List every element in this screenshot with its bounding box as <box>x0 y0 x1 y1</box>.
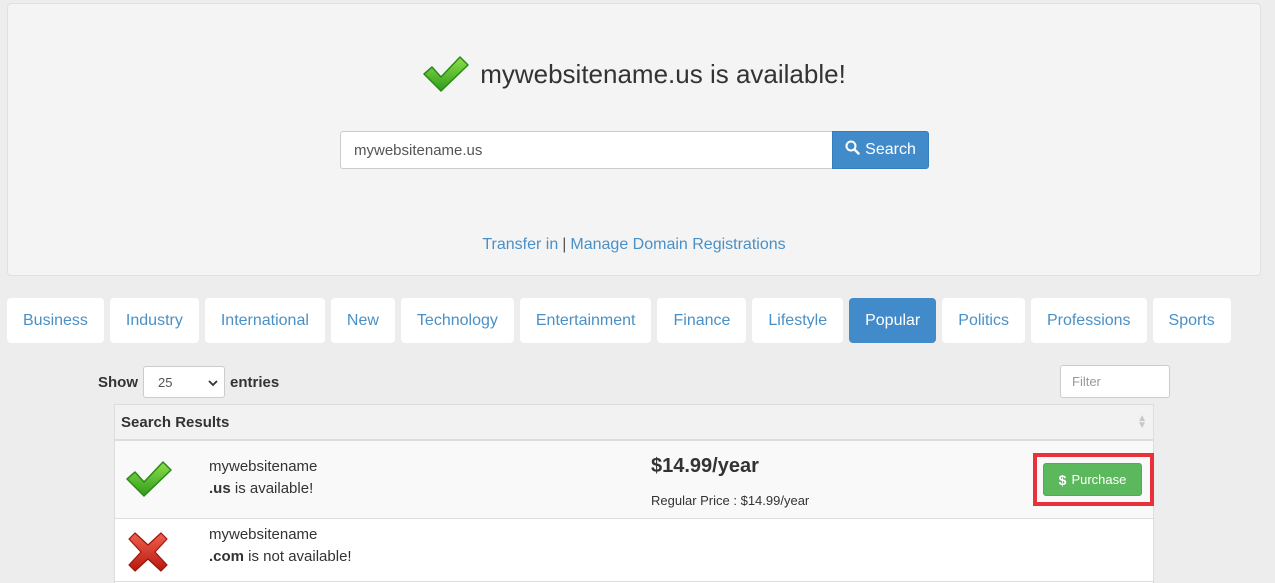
domain-status: is available! <box>230 480 314 497</box>
headline-text: mywebsitename.us is available! <box>480 58 846 89</box>
tab-new[interactable]: New <box>330 298 395 343</box>
domain-links: Transfer in | Manage Domain Registrations <box>8 236 1260 254</box>
table-row: mywebsitename .us is available! $14.99/y… <box>115 441 1154 519</box>
search-button-label: Search <box>865 141 916 158</box>
tab-entertainment[interactable]: Entertainment <box>519 298 652 343</box>
domain-tld: .com <box>209 548 245 565</box>
checkmark-icon <box>422 54 470 94</box>
search-icon <box>845 140 860 160</box>
chevron-down-icon <box>208 375 218 390</box>
domain-status: is not available! <box>244 548 352 565</box>
purchase-button-label: Purchase <box>1071 472 1127 487</box>
tab-sports[interactable]: Sports <box>1152 298 1231 343</box>
availability-headline: mywebsitename.us is available! <box>8 54 1260 94</box>
entries-select[interactable]: 25 <box>143 366 225 398</box>
filter-input[interactable] <box>1060 365 1170 398</box>
search-results-header[interactable]: Search Results ▲ ▼ <box>115 405 1153 441</box>
domain-price: $14.99/year <box>651 455 759 477</box>
table-length-control: Show 25 entries <box>98 366 279 398</box>
domain-search-panel: mywebsitename.us is available! Search Tr… <box>7 3 1261 276</box>
tab-international[interactable]: International <box>204 298 325 343</box>
manage-domains-link[interactable]: Manage Domain Registrations <box>570 236 785 253</box>
tab-professions[interactable]: Professions <box>1030 298 1147 343</box>
cross-icon <box>125 529 171 580</box>
tab-industry[interactable]: Industry <box>109 298 199 343</box>
entries-value: 25 <box>158 374 173 390</box>
column-header-search-results: Search Results <box>121 413 230 431</box>
checkmark-icon <box>125 459 173 504</box>
purchase-button[interactable]: $ Purchase <box>1043 463 1142 496</box>
tab-technology[interactable]: Technology <box>400 298 514 343</box>
purchase-highlight: $ Purchase <box>1033 453 1154 506</box>
tab-popular[interactable]: Popular <box>849 298 937 343</box>
category-tabs: Business Industry International New Tech… <box>7 298 1231 343</box>
tab-lifestyle[interactable]: Lifestyle <box>752 298 844 343</box>
search-results-table: Search Results ▲ ▼ mywebsitename .us is a… <box>114 404 1154 583</box>
domain-name: mywebsitename <box>209 458 318 475</box>
transfer-in-link[interactable]: Transfer in <box>482 236 558 253</box>
domain-tld: .us <box>209 480 231 497</box>
dollar-icon: $ <box>1058 471 1067 488</box>
search-bar: Search <box>340 131 929 169</box>
domain-result-text: mywebsitename .us is available! <box>209 456 317 500</box>
entries-label: entries <box>230 373 280 391</box>
domain-name: mywebsitename <box>209 526 318 543</box>
search-button[interactable]: Search <box>832 131 929 169</box>
link-separator: | <box>562 236 567 253</box>
regular-price: Regular Price : $14.99/year <box>651 493 810 508</box>
sort-icon: ▲ ▼ <box>1137 413 1147 431</box>
tab-politics[interactable]: Politics <box>942 298 1025 343</box>
domain-search-input[interactable] <box>340 131 832 169</box>
show-label: Show <box>98 373 138 391</box>
table-row: mywebsitename .com is not available! <box>115 519 1153 582</box>
domain-result-text: mywebsitename .com is not available! <box>209 524 352 568</box>
tab-business[interactable]: Business <box>7 298 104 343</box>
tab-finance[interactable]: Finance <box>657 298 747 343</box>
